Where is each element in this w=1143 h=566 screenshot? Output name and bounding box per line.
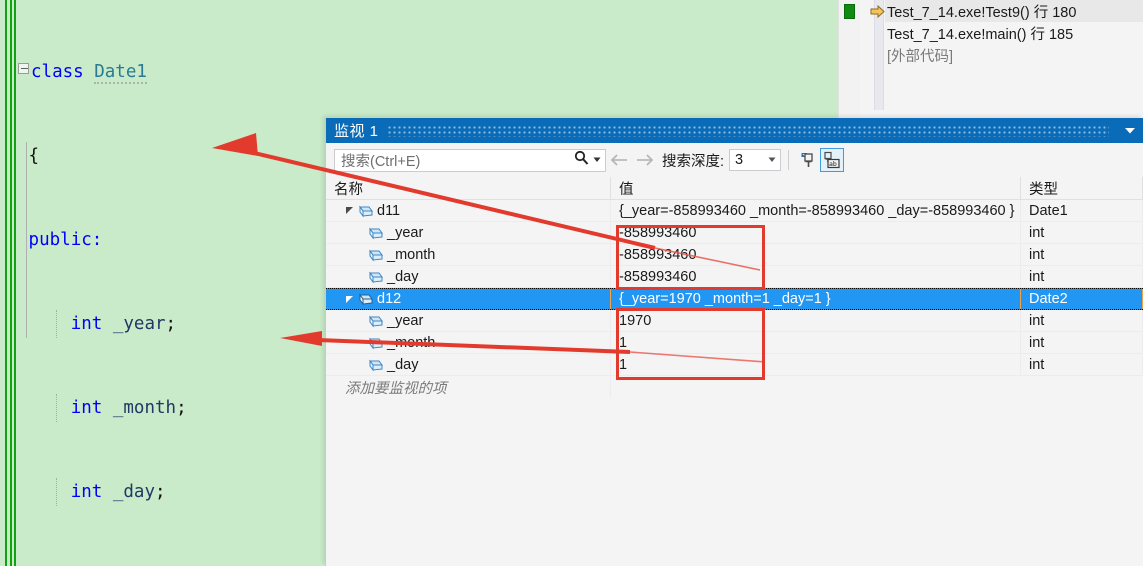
watch-row-name: _year <box>387 312 424 329</box>
change-bar-left <box>5 0 7 566</box>
semi: ; <box>155 482 166 502</box>
search-input-placeholder: 搜索(Ctrl+E) <box>341 153 421 170</box>
watch-grid[interactable]: 名称 值 类型 d11 {_year=-858993460 _month=-85… <box>326 177 1143 566</box>
svg-text:ab: ab <box>829 160 837 168</box>
watch-row-value[interactable]: 1 <box>611 354 1021 375</box>
cube-icon <box>366 226 384 240</box>
watch-title-bar[interactable]: 监视 1 <box>326 118 1143 143</box>
code-line: class Date1 <box>18 58 838 86</box>
watch-toolbar[interactable]: 搜索(Ctrl+E) 搜索深度: 3 ab <box>326 143 1143 177</box>
frame-arrow-placeholder <box>867 44 887 66</box>
watch-row-name: _day <box>387 356 419 373</box>
drag-handle-dots[interactable] <box>386 124 1109 137</box>
watch-row-name: d11 <box>377 202 401 219</box>
call-stack-row[interactable]: Test_7_14.exe!main() 行 185 <box>885 22 1143 44</box>
cube-icon <box>366 358 384 372</box>
column-header-type[interactable]: 类型 <box>1021 177 1143 199</box>
frame-arrow-placeholder <box>867 22 887 44</box>
watch-row-value[interactable]: -858993460 <box>611 244 1021 265</box>
table-row[interactable]: d11 {_year=-858993460 _month=-858993460 … <box>326 200 1143 222</box>
search-depth-select[interactable]: 3 <box>729 149 782 171</box>
pin-icon[interactable] <box>796 148 820 172</box>
expander-collapse-icon[interactable] <box>342 206 356 215</box>
arrow-right-icon[interactable] <box>632 147 658 173</box>
current-frame-arrow-icon <box>867 0 887 22</box>
table-row-selected[interactable]: d12 {_year=1970 _month=1 _day=1 } Date2 <box>326 288 1143 310</box>
watch-row-value[interactable]: 1970 <box>611 310 1021 331</box>
search-icon[interactable] <box>569 150 593 170</box>
type-date1: Date1 <box>94 62 147 84</box>
cube-icon <box>366 336 384 350</box>
search-depth-label: 搜索深度: <box>662 153 725 170</box>
table-row[interactable]: _month -858993460 int <box>326 244 1143 266</box>
cube-icon <box>366 270 384 284</box>
expander-collapse-icon[interactable] <box>342 295 356 304</box>
watch-row-value[interactable]: 1 <box>611 332 1021 353</box>
keyword-public: public: <box>28 230 103 250</box>
keyword-int: int <box>70 398 103 418</box>
watch-row-value[interactable]: -858993460 <box>611 266 1021 287</box>
watch-row-type: int <box>1021 266 1143 287</box>
watch-row-name: d12 <box>377 291 402 307</box>
keyword-int: int <box>70 314 103 334</box>
call-stack-row-label: Test_7_14.exe!main() 行 185 <box>887 26 1074 43</box>
table-row[interactable]: _year 1970 int <box>326 310 1143 332</box>
collapse-region-icon[interactable] <box>18 63 29 74</box>
call-stack-panel[interactable]: Test_7_14.exe!Test9() 行 180 Test_7_14.ex… <box>861 0 1143 110</box>
watch-row-name: _day <box>387 268 419 285</box>
watch-title-label: 监视 1 <box>334 123 379 140</box>
watch-row-value[interactable]: {_year=-858993460 _month=-858993460 _day… <box>611 200 1021 221</box>
watch-row-name: _month <box>387 334 436 351</box>
change-bar-right <box>14 0 16 566</box>
keyword-int: int <box>70 482 103 502</box>
watch-row-name: _year <box>387 224 424 241</box>
table-row[interactable]: _year -858993460 int <box>326 222 1143 244</box>
watch-grid-header: 名称 值 类型 <box>326 177 1143 200</box>
watch-row-value[interactable]: {_year=1970 _month=1 _day=1 } <box>611 289 1021 309</box>
watch-grid-body[interactable]: d11 {_year=-858993460 _month=-858993460 … <box>326 200 1143 566</box>
watch-row-name: _month <box>387 246 436 263</box>
add-watch-row[interactable]: 添加要监视的项 <box>326 376 1143 398</box>
watch-row-type: int <box>1021 354 1143 375</box>
watch-window[interactable]: 监视 1 搜索(Ctrl+E) 搜索深度: 3 ab 名称 值 类型 d11 {… <box>325 118 1143 566</box>
chevron-down-icon[interactable] <box>1117 118 1143 143</box>
field-month: _month <box>112 398 177 418</box>
toolbar-divider <box>788 150 790 170</box>
keyword-class: class <box>31 62 84 82</box>
table-row[interactable]: _month 1 int <box>326 332 1143 354</box>
watch-row-value[interactable]: -858993460 <box>611 222 1021 243</box>
watch-row-type: int <box>1021 222 1143 243</box>
watch-row-type: int <box>1021 310 1143 331</box>
cube-icon <box>356 292 374 306</box>
table-row[interactable]: _day 1 int <box>326 354 1143 376</box>
brace: { <box>28 146 40 166</box>
arrow-left-icon[interactable] <box>606 147 632 173</box>
search-input[interactable]: 搜索(Ctrl+E) <box>334 148 606 172</box>
search-depth-value: 3 <box>735 152 744 168</box>
column-header-value[interactable]: 值 <box>611 177 1021 199</box>
cube-icon <box>366 248 384 262</box>
table-row[interactable]: _day -858993460 int <box>326 266 1143 288</box>
semi: ; <box>165 314 177 334</box>
call-stack-row-label: Test_7_14.exe!Test9() 行 180 <box>887 4 1077 21</box>
semi: ; <box>176 398 187 418</box>
chevron-down-icon[interactable] <box>764 155 780 165</box>
call-stack-row[interactable]: Test_7_14.exe!Test9() 行 180 <box>870 0 1143 22</box>
watch-row-type: int <box>1021 332 1143 353</box>
field-day: _day <box>112 482 155 502</box>
cube-icon <box>366 314 384 328</box>
ab-highlight-icon[interactable]: ab <box>820 148 845 172</box>
call-stack-row-label: [外部代码] <box>887 48 954 65</box>
change-bar-mid <box>10 0 12 566</box>
cube-icon <box>356 204 374 218</box>
search-options-chevron-down-icon[interactable] <box>593 155 605 165</box>
column-header-name[interactable]: 名称 <box>326 177 611 199</box>
add-watch-placeholder: 添加要监视的项 <box>345 380 447 397</box>
watch-row-type: int <box>1021 244 1143 265</box>
watch-row-type: Date1 <box>1021 200 1143 221</box>
call-stack-row[interactable]: [外部代码] <box>885 44 1143 66</box>
watch-row-type: Date2 <box>1021 289 1143 309</box>
field-year: _year <box>112 314 166 334</box>
editor-change-marker[interactable] <box>844 4 855 19</box>
